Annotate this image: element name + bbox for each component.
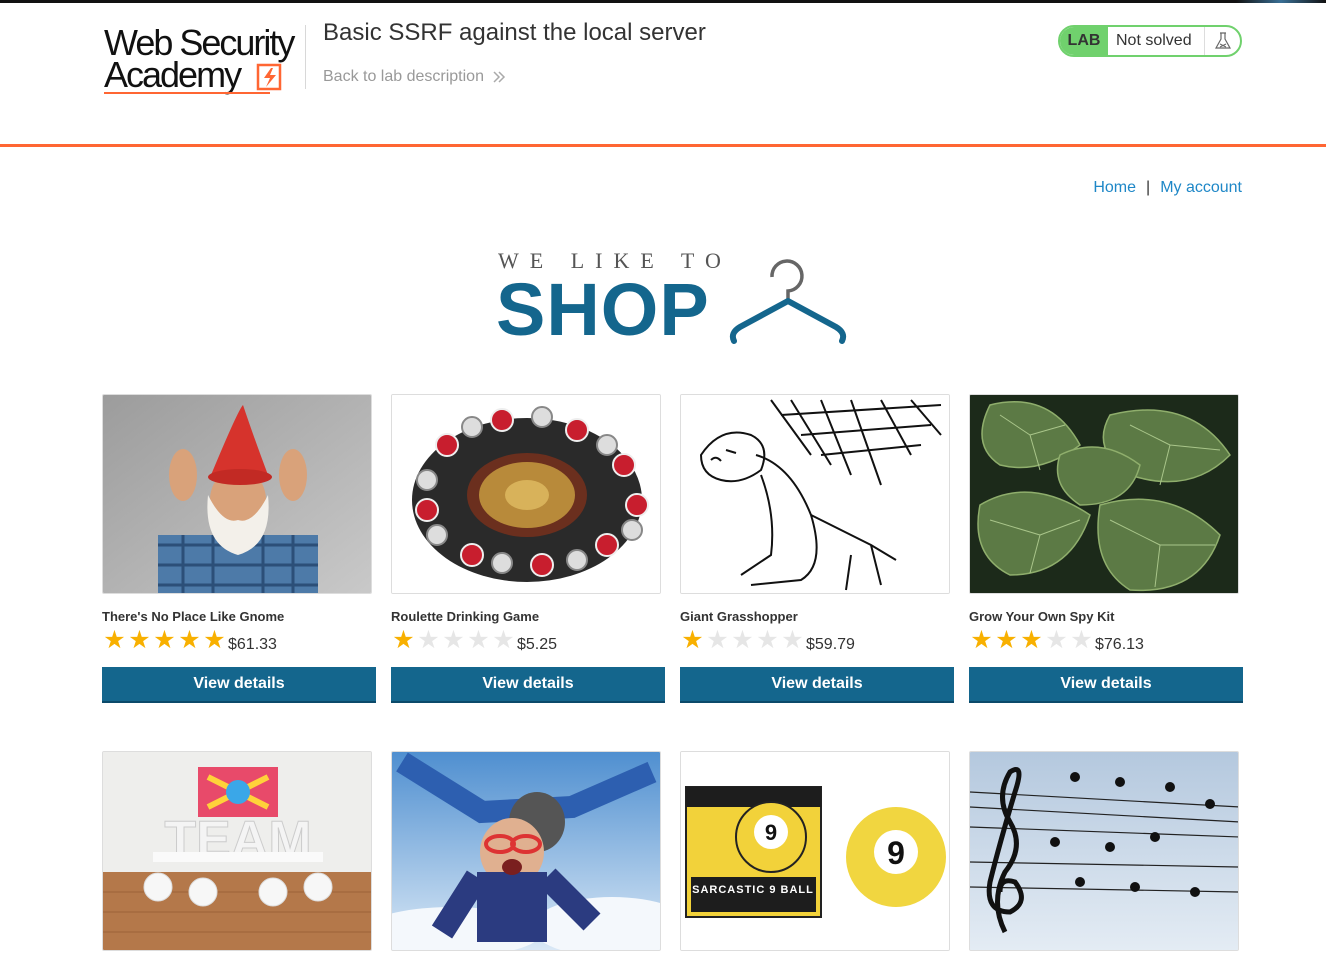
header-rule	[0, 144, 1326, 147]
star-icon: ★	[203, 626, 226, 654]
back-to-lab-description-link[interactable]: Back to lab description	[323, 68, 506, 86]
product-image[interactable]	[680, 394, 950, 594]
star-icon: ★	[103, 626, 126, 654]
view-details-button[interactable]: View details	[391, 667, 665, 703]
product-name: Grow Your Own Spy Kit	[969, 609, 1115, 624]
star-icon: ★	[706, 626, 729, 654]
view-details-button[interactable]: View details	[680, 667, 954, 703]
my-account-link[interactable]: My account	[1160, 179, 1242, 197]
star-icon: ★	[153, 626, 176, 654]
product-name: Giant Grasshopper	[680, 609, 798, 624]
web-security-academy-logo[interactable]: Web Security Academy	[104, 23, 304, 99]
star-icon: ★	[178, 626, 201, 654]
product-image[interactable]	[391, 751, 661, 951]
nine-ball-image-text: SARCASTIC 9 BALL	[692, 884, 814, 896]
star-rating: ★ ★ ★ ★ ★	[102, 628, 227, 653]
star-icon: ★	[492, 626, 515, 654]
star-icon: ★	[681, 626, 704, 654]
star-icon: ★	[467, 626, 490, 654]
star-icon: ★	[1020, 626, 1043, 654]
product-image[interactable]	[969, 394, 1239, 594]
product-image[interactable]	[969, 751, 1239, 951]
nav-separator: |	[1146, 179, 1151, 196]
product-price: $61.33	[228, 636, 277, 653]
star-icon: ★	[781, 626, 804, 654]
flask-icon[interactable]	[1204, 27, 1240, 55]
home-link[interactable]: Home	[1093, 179, 1136, 197]
star-rating: ★ ★ ★ ★ ★	[391, 628, 516, 653]
star-icon: ★	[1070, 626, 1093, 654]
view-details-button[interactable]: View details	[102, 667, 376, 703]
lab-status-text: Not solved	[1116, 32, 1192, 49]
product-name: Roulette Drinking Game	[391, 609, 540, 624]
view-details-button[interactable]: View details	[969, 667, 1243, 703]
product-image[interactable]	[391, 394, 661, 594]
star-icon: ★	[442, 626, 465, 654]
double-chevron-right-icon	[493, 71, 506, 83]
product-image[interactable]	[102, 394, 372, 594]
star-rating: ★ ★ ★ ★ ★	[969, 628, 1094, 653]
product-name: There's No Place Like Gnome	[102, 609, 285, 624]
product-price: $5.25	[517, 636, 558, 653]
star-icon: ★	[392, 626, 415, 654]
logo-line2: Academy	[104, 54, 242, 95]
star-icon: ★	[756, 626, 779, 654]
header-divider	[305, 25, 306, 89]
back-link-label: Back to lab description	[323, 68, 484, 85]
lab-status-widget: LAB Not solved	[1058, 25, 1242, 57]
star-rating: ★ ★ ★ ★ ★	[680, 628, 805, 653]
star-icon: ★	[417, 626, 440, 654]
product-price: $59.79	[806, 636, 855, 653]
svg-text:9: 9	[765, 820, 777, 845]
product-price: $76.13	[1095, 636, 1144, 653]
product-image[interactable]: TEAM	[102, 751, 372, 951]
logo-bolt-icon	[256, 63, 282, 91]
svg-text:9: 9	[887, 835, 905, 871]
logo-underline	[104, 92, 270, 94]
lab-badge: LAB	[1060, 27, 1108, 55]
we-like-to-shop-banner: WE LIKE TO SHOP	[496, 245, 856, 351]
star-icon: ★	[128, 626, 151, 654]
top-nav: Home | My account	[1093, 179, 1242, 197]
banner-line2: SHOP	[496, 268, 710, 351]
lab-header: Web Security Academy Basic SSRF against …	[0, 3, 1326, 145]
star-icon: ★	[970, 626, 993, 654]
star-icon: ★	[1045, 626, 1068, 654]
product-image[interactable]: 9 SARCASTIC 9 BALL 9	[680, 751, 950, 951]
hanger-icon	[729, 259, 847, 344]
star-icon: ★	[995, 626, 1018, 654]
lab-title: Basic SSRF against the local server	[323, 19, 706, 46]
star-icon: ★	[731, 626, 754, 654]
